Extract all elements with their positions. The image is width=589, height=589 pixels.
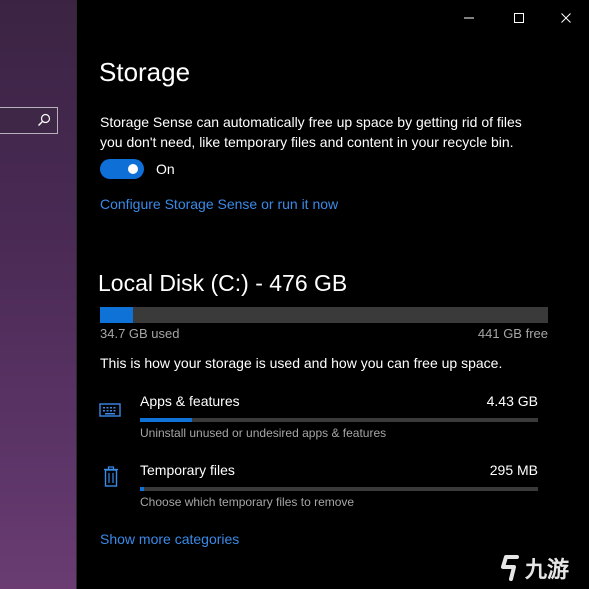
storage-settings-window: Storage Storage Sense can automatically … [76, 0, 589, 589]
category-size-apps: 4.43 GB [486, 393, 538, 409]
category-size-temp: 295 MB [489, 462, 538, 478]
search-icon [38, 113, 51, 126]
category-subtitle-apps: Uninstall unused or undesired apps & fea… [140, 426, 387, 440]
maximize-button[interactable] [509, 8, 529, 28]
minimize-icon [464, 17, 474, 19]
category-bar-temp [140, 487, 538, 491]
storage-sense-description: Storage Sense can automatically free up … [100, 114, 522, 150]
storage-sense-toggle[interactable] [100, 159, 144, 179]
show-more-categories-link[interactable]: Show more categories [100, 531, 239, 547]
category-bar-apps [140, 418, 538, 422]
toggle-state-label: On [156, 161, 175, 177]
watermark-text: 九游 [525, 557, 570, 582]
disk-usage-bar[interactable] [100, 307, 548, 323]
watermark-s-icon [501, 555, 519, 581]
close-icon [561, 13, 571, 23]
category-subtitle-temp: Choose which temporary files to remove [140, 495, 355, 509]
category-fill-apps [140, 418, 192, 422]
watermark-logo: 九游 [499, 553, 583, 583]
maximize-icon [514, 13, 524, 23]
search-input[interactable] [0, 107, 58, 134]
close-button[interactable] [556, 8, 576, 28]
keyboard-icon [99, 403, 121, 417]
configure-storage-sense-link[interactable]: Configure Storage Sense or run it now [100, 196, 338, 212]
category-name-apps[interactable]: Apps & features [140, 393, 240, 409]
disk-title: Local Disk (C:) - 476 GB [98, 270, 348, 296]
disk-free-label: 441 GB free [477, 326, 548, 341]
settings-sidebar [0, 0, 76, 589]
trash-icon [104, 466, 118, 487]
disk-usage-fill [100, 307, 133, 323]
minimize-button[interactable] [459, 8, 479, 28]
category-name-temp[interactable]: Temporary files [140, 462, 235, 478]
toggle-knob [128, 164, 138, 174]
page-title: Storage [99, 57, 191, 87]
usage-note: This is how your storage is used and how… [100, 355, 503, 371]
category-fill-temp [140, 487, 144, 491]
disk-used-label: 34.7 GB used [100, 326, 180, 341]
